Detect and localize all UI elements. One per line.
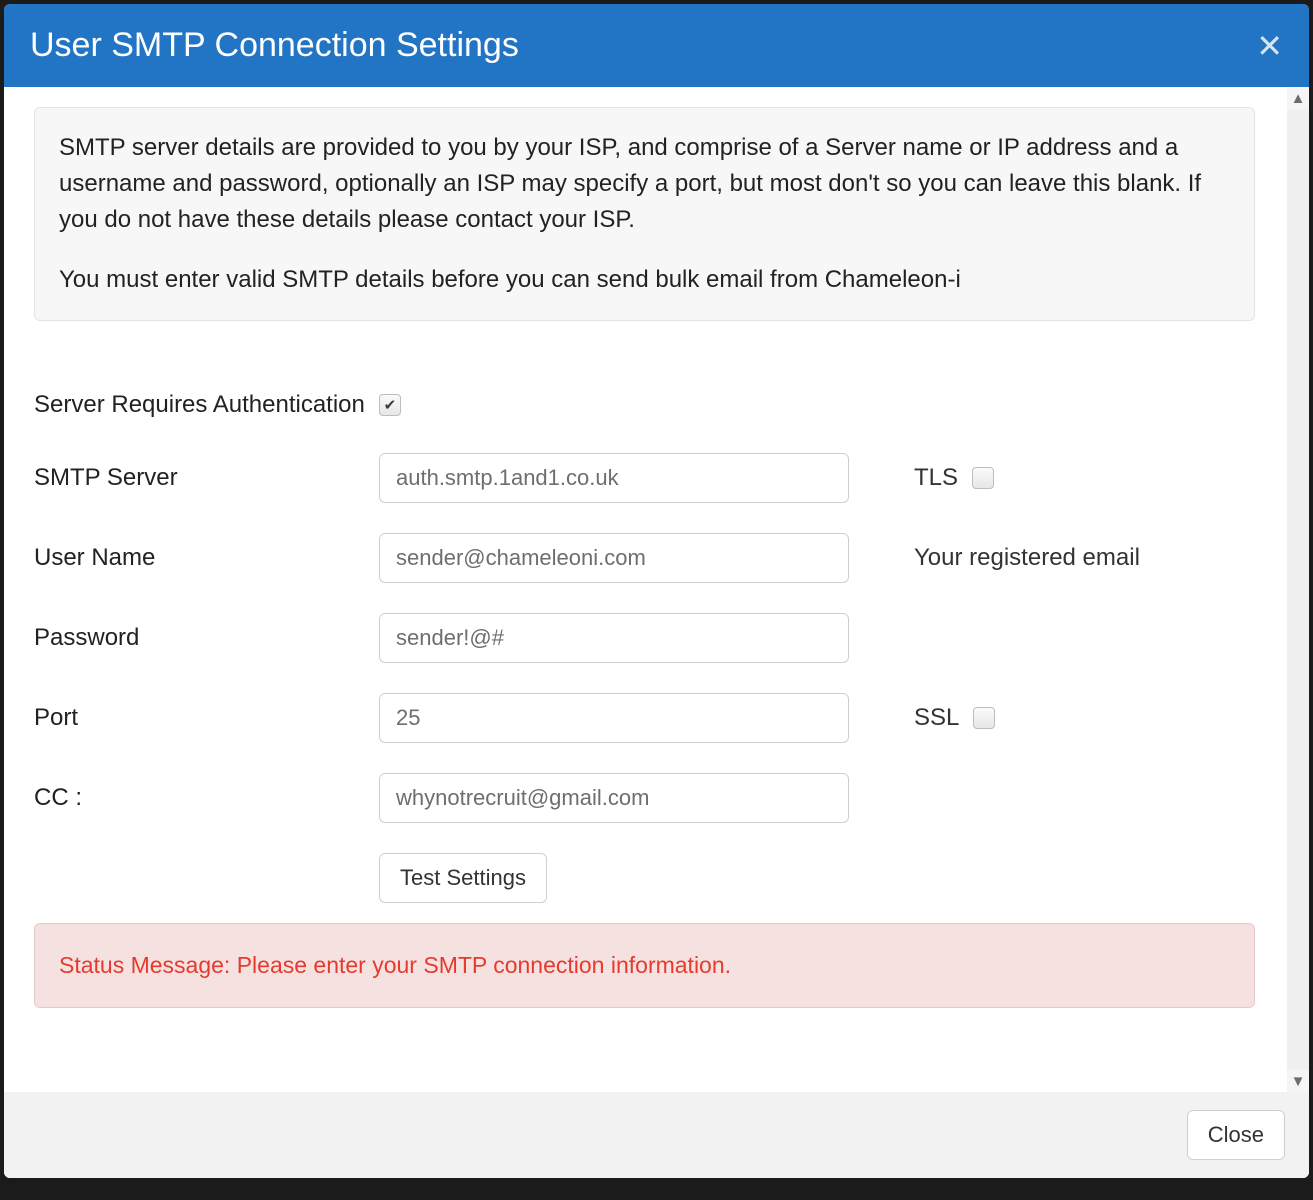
dialog-body: SMTP server details are provided to you … [4, 87, 1287, 1092]
password-input[interactable] [379, 613, 849, 663]
check-icon: ✔ [384, 396, 397, 414]
ssl-checkbox[interactable] [973, 707, 995, 729]
info-panel: SMTP server details are provided to you … [34, 107, 1255, 321]
fields-grid: SMTP Server TLS User Name Your registere… [34, 453, 1275, 903]
auth-row: Server Requires Authentication ✔ [34, 391, 1275, 419]
dialog-title: User SMTP Connection Settings [30, 26, 519, 65]
port-label: Port [34, 704, 359, 732]
tls-row: TLS [874, 464, 1275, 492]
registered-email-row: Your registered email [874, 544, 1275, 572]
password-label: Password [34, 624, 359, 652]
ssl-label: SSL [914, 704, 959, 732]
ssl-row: SSL [874, 704, 1275, 732]
close-button[interactable]: Close [1187, 1110, 1285, 1160]
test-settings-button[interactable]: Test Settings [379, 853, 547, 903]
smtp-settings-dialog: User SMTP Connection Settings ✕ SMTP ser… [4, 4, 1309, 1178]
server-label: SMTP Server [34, 464, 359, 492]
auth-label: Server Requires Authentication [34, 391, 365, 419]
smtp-form: Server Requires Authentication ✔ SMTP Se… [34, 391, 1275, 1008]
auth-checkbox[interactable]: ✔ [379, 394, 401, 416]
dialog-footer: Close [4, 1092, 1309, 1178]
cc-input[interactable] [379, 773, 849, 823]
scroll-track[interactable] [1287, 109, 1309, 1070]
port-input[interactable] [379, 693, 849, 743]
info-text-1: SMTP server details are provided to you … [59, 130, 1230, 238]
registered-email-label: Your registered email [914, 544, 1140, 572]
status-message: Status Message: Please enter your SMTP c… [34, 923, 1255, 1008]
dialog-body-wrap: SMTP server details are provided to you … [4, 87, 1309, 1092]
scroll-up-arrow-icon[interactable]: ▲ [1287, 87, 1309, 109]
cc-label: CC : [34, 784, 359, 812]
scroll-down-arrow-icon[interactable]: ▼ [1287, 1070, 1309, 1092]
tls-label: TLS [914, 464, 958, 492]
tls-checkbox[interactable] [972, 467, 994, 489]
username-input[interactable] [379, 533, 849, 583]
vertical-scrollbar[interactable]: ▲ ▼ [1287, 87, 1309, 1092]
dialog-header: User SMTP Connection Settings ✕ [4, 4, 1309, 87]
username-label: User Name [34, 544, 359, 572]
close-icon[interactable]: ✕ [1256, 30, 1283, 62]
info-text-2: You must enter valid SMTP details before… [59, 262, 1230, 298]
smtp-server-input[interactable] [379, 453, 849, 503]
